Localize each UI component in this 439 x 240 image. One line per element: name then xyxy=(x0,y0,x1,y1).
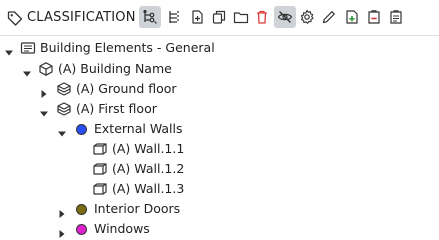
hierarchy-tree-button[interactable] xyxy=(139,6,161,28)
collapsed-arrow-icon[interactable] xyxy=(57,224,67,238)
expanded-arrow-icon[interactable] xyxy=(22,64,32,77)
panel-title: CLASSIFICATION xyxy=(27,10,136,25)
floor-stack-icon xyxy=(56,101,72,117)
color-swatch xyxy=(76,224,87,235)
edit-pencil-icon xyxy=(321,9,337,25)
delete-icon xyxy=(254,9,270,25)
list-tree-button[interactable] xyxy=(163,6,185,28)
tree-node-wall[interactable]: (A) Wall.1.1 xyxy=(0,139,439,159)
copy-icon xyxy=(211,9,227,25)
add-document-icon xyxy=(344,9,360,25)
add-item-button[interactable] xyxy=(186,6,208,28)
tree-node-ground-floor[interactable]: (A) Ground floor xyxy=(0,79,439,99)
eye-off-icon xyxy=(277,9,293,25)
classification-panel: CLASSIFICATION Building Elements - Gener… xyxy=(0,0,439,240)
edit-button[interactable] xyxy=(318,6,340,28)
document-list-icon xyxy=(388,9,404,25)
hierarchy-tree-icon xyxy=(142,9,158,25)
tag-icon xyxy=(6,9,24,27)
tree-node-interior-doors[interactable]: Interior Doors xyxy=(0,199,439,219)
tree-node-wall[interactable]: (A) Wall.1.3 xyxy=(0,179,439,199)
delete-button[interactable] xyxy=(251,6,273,28)
tree-node-windows[interactable]: Windows xyxy=(0,219,439,239)
copy-button[interactable] xyxy=(208,6,230,28)
expanded-arrow-icon[interactable] xyxy=(57,124,67,137)
list-tree-icon xyxy=(166,9,182,25)
color-swatch xyxy=(76,204,87,215)
remove-document-icon xyxy=(366,9,382,25)
visibility-toggle-button[interactable] xyxy=(274,6,296,28)
tree-node-label: External Walls xyxy=(94,121,183,136)
tree-node-label: Windows xyxy=(94,221,150,236)
tree-node-label: (A) Wall.1.2 xyxy=(112,161,185,176)
tree-node-label: (A) Wall.1.3 xyxy=(112,181,185,196)
color-swatch xyxy=(76,124,87,135)
classification-icon xyxy=(20,40,36,56)
expanded-arrow-icon[interactable] xyxy=(4,43,14,56)
settings-icon xyxy=(299,9,315,25)
wall-icon xyxy=(92,181,108,197)
tree-node-label: (A) Building Name xyxy=(58,61,172,76)
tree-node-root[interactable]: Building Elements - General xyxy=(0,38,439,58)
tree-node-wall[interactable]: (A) Wall.1.2 xyxy=(0,159,439,179)
collapsed-arrow-icon[interactable] xyxy=(39,84,49,98)
expanded-arrow-icon[interactable] xyxy=(39,104,49,117)
floor-stack-icon xyxy=(56,81,72,97)
tree-node-label: (A) Wall.1.1 xyxy=(112,141,185,156)
folder-button[interactable] xyxy=(230,6,252,28)
add-document-button[interactable] xyxy=(341,6,363,28)
tree-node-label: Building Elements - General xyxy=(40,40,215,55)
wall-icon xyxy=(92,141,108,157)
tree-node-first-floor[interactable]: (A) First floor xyxy=(0,99,439,119)
folder-icon xyxy=(233,9,249,25)
tree-node-external-walls[interactable]: External Walls xyxy=(0,119,439,139)
building-cube-icon xyxy=(38,61,54,77)
tree-node-label: (A) First floor xyxy=(76,101,157,116)
settings-button[interactable] xyxy=(296,6,318,28)
collapsed-arrow-icon[interactable] xyxy=(57,204,67,218)
wall-icon xyxy=(92,161,108,177)
remove-document-button[interactable] xyxy=(363,6,385,28)
tree-node-label: Interior Doors xyxy=(94,201,181,216)
add-item-icon xyxy=(189,9,205,25)
document-list-button[interactable] xyxy=(385,6,407,28)
panel-header: CLASSIFICATION xyxy=(0,0,439,36)
tree-node-building[interactable]: (A) Building Name xyxy=(0,59,439,79)
tree-node-label: (A) Ground floor xyxy=(76,81,177,96)
